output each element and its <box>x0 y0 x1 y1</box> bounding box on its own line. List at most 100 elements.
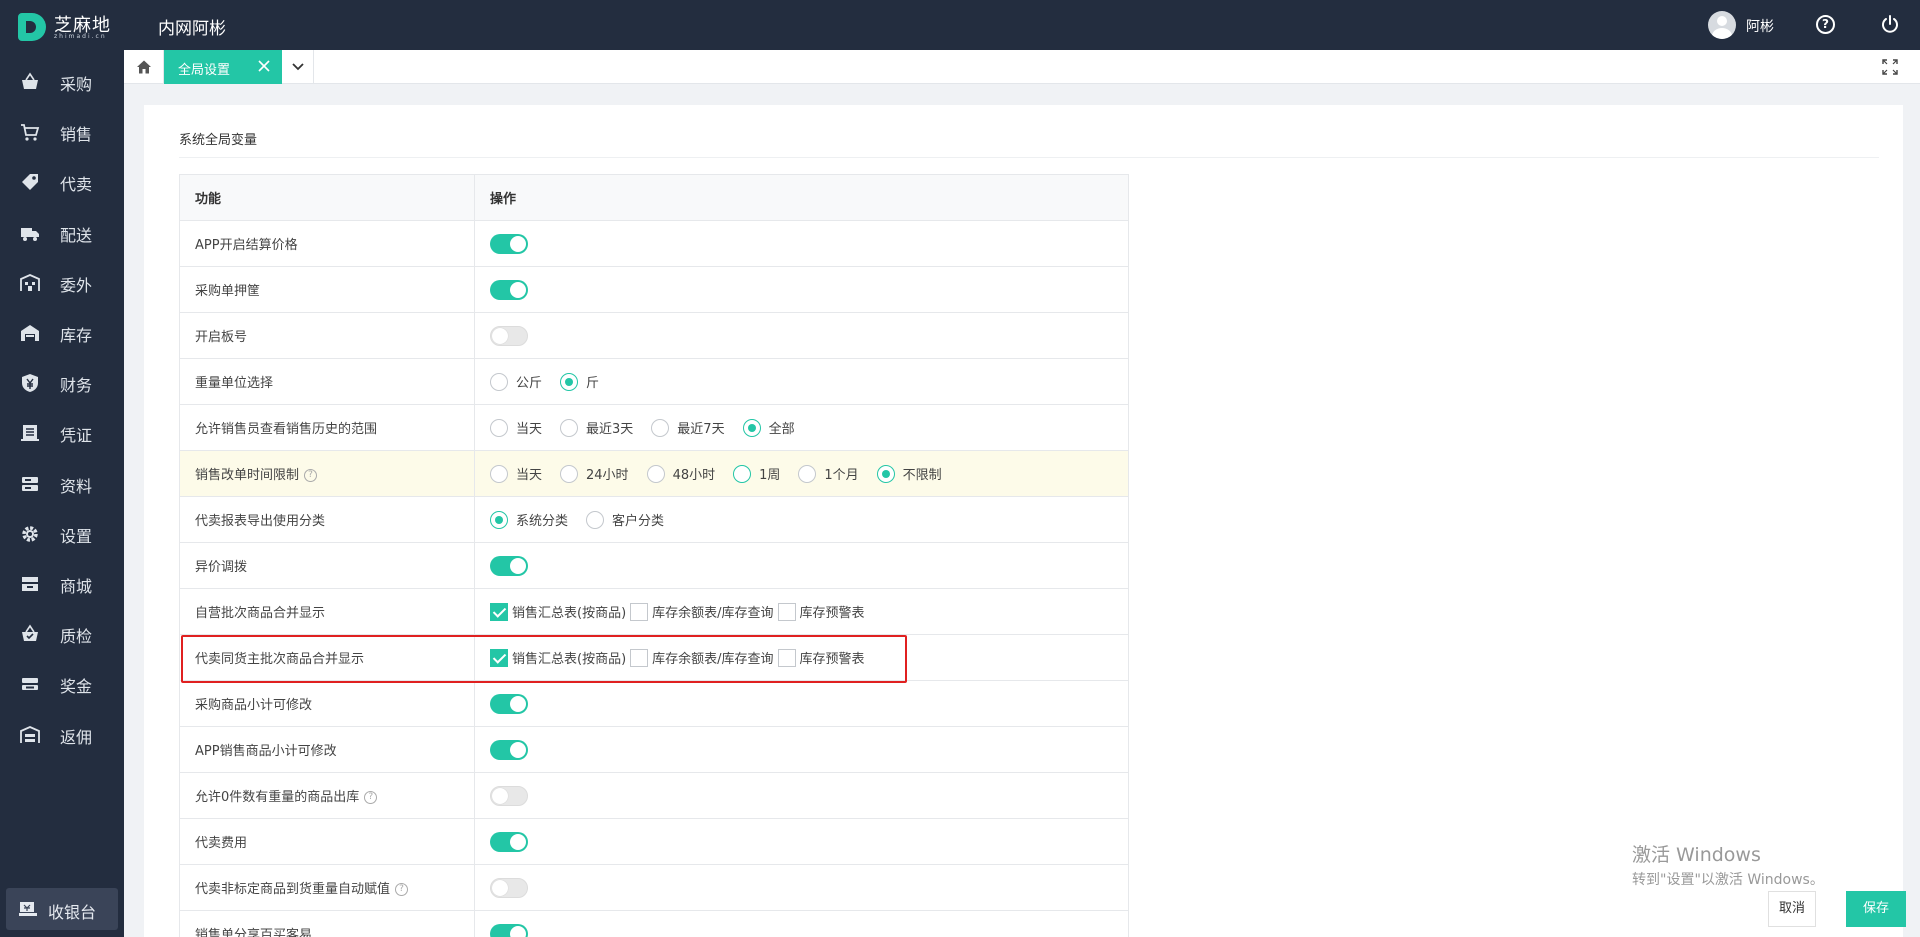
sidebar-item-11[interactable]: 质检 <box>0 610 124 658</box>
save-button[interactable]: 保存 <box>1846 891 1906 927</box>
checkbox[interactable] <box>490 648 508 667</box>
user-avatar[interactable] <box>1708 11 1736 39</box>
checkbox-label: 销售汇总表(按商品) <box>512 606 627 621</box>
toggle-switch[interactable] <box>490 693 528 714</box>
radio-button[interactable] <box>490 510 508 529</box>
toggle-switch[interactable] <box>490 279 528 300</box>
power-icon[interactable] <box>1880 14 1900 34</box>
radio-option[interactable]: 最近7天 <box>651 418 725 437</box>
radio-button[interactable] <box>560 418 579 437</box>
user-name[interactable]: 阿彬 <box>1746 16 1774 36</box>
radio-button[interactable] <box>798 464 817 483</box>
help-icon[interactable]: ? <box>304 469 318 482</box>
sidebar-item-0[interactable]: 采购 <box>0 58 124 106</box>
cashier-button[interactable]: 收银台 <box>6 888 118 930</box>
sidebar-item-3[interactable]: 配送 <box>0 209 124 257</box>
checkbox[interactable] <box>777 648 796 667</box>
radio-button[interactable] <box>876 464 895 483</box>
sidebar-item-12[interactable]: 奖金 <box>0 660 124 708</box>
checkbox-option[interactable]: 库存预警表 <box>777 602 865 621</box>
sidebar-item-1[interactable]: 销售 <box>0 108 124 156</box>
setting-control-cell <box>474 726 1129 773</box>
sidebar-item-label: 销售 <box>60 125 93 145</box>
radio-option[interactable]: 不限制 <box>876 464 942 483</box>
toggle-switch[interactable] <box>490 831 528 852</box>
table-row: 允许销售员查看销售历史的范围 当天 最近3天 最近7天 全部 <box>179 404 1129 451</box>
toggle-switch[interactable] <box>490 739 528 760</box>
checkbox-option[interactable]: 销售汇总表(按商品) <box>490 648 626 667</box>
toggle-switch[interactable] <box>490 233 528 254</box>
radio-button[interactable] <box>560 464 579 483</box>
checkbox-option[interactable]: 库存预警表 <box>777 648 865 667</box>
radio-button[interactable] <box>742 418 761 437</box>
radio-option[interactable]: 48小时 <box>646 464 715 483</box>
setting-label: 代卖费用 <box>195 836 248 851</box>
radio-option[interactable]: 最近3天 <box>560 418 633 437</box>
sidebar-item-6[interactable]: 财务 <box>0 359 124 407</box>
toggle-switch[interactable] <box>490 325 528 346</box>
table-row: 销售改单时间限制? 当天 24小时 48小时 1周 1个月 不限制 <box>179 450 1129 497</box>
radio-button[interactable] <box>646 464 665 483</box>
cancel-button[interactable]: 取消 <box>1768 891 1816 927</box>
sidebar-item-4[interactable]: 委外 <box>0 259 124 307</box>
toggle-knob <box>492 327 508 344</box>
setting-control-cell: 公斤 斤 <box>474 358 1129 405</box>
sidebar-item-13[interactable]: 返佣 <box>0 711 124 759</box>
radio-button[interactable] <box>733 464 752 483</box>
radio-option[interactable]: 斤 <box>560 372 599 391</box>
checkbox[interactable] <box>777 602 796 621</box>
radio-button[interactable] <box>490 418 508 437</box>
radio-button[interactable] <box>560 372 579 391</box>
sidebar-item-7[interactable]: 凭证 <box>0 409 124 457</box>
app-logo[interactable]: 芝麻地 zhimadi.cn <box>18 9 128 41</box>
checkbox[interactable] <box>490 602 508 621</box>
sidebar-item-5[interactable]: 库存 <box>0 309 124 357</box>
radio-button[interactable] <box>651 418 670 437</box>
radio-option[interactable]: 系统分类 <box>490 510 568 529</box>
radio-button[interactable] <box>490 464 508 483</box>
checkbox-option[interactable]: 库存余额表/库存查询 <box>630 648 774 667</box>
toggle-switch[interactable] <box>490 923 528 937</box>
home-tab[interactable] <box>124 50 164 84</box>
toggle-switch[interactable] <box>490 877 528 898</box>
sidebar-item-label: 配送 <box>60 225 93 245</box>
setting-label-cell: APP销售商品小计可修改 <box>179 726 475 773</box>
sidebar-item-2[interactable]: 代卖 <box>0 158 124 206</box>
sidebar-item-label: 返佣 <box>60 727 93 747</box>
radio-option[interactable]: 1周 <box>733 464 780 483</box>
radio-option[interactable]: 全部 <box>742 418 795 437</box>
sidebar-item-10[interactable]: 商城 <box>0 560 124 608</box>
toggle-switch[interactable] <box>490 555 528 576</box>
setting-label-cell: 采购单押筐 <box>179 266 475 313</box>
radio-option[interactable]: 24小时 <box>560 464 629 483</box>
settings-card: 系统全局变量 功能 操作 APP开启结算价格 采购单押筐 开启板号 重量单位选择 公斤 斤… <box>144 105 1903 937</box>
radio-button[interactable] <box>586 510 605 529</box>
sidebar-item-9[interactable]: 设置 <box>0 510 124 558</box>
checkbox[interactable] <box>630 602 649 621</box>
help-icon[interactable]: ? <box>395 883 409 896</box>
radio-option[interactable]: 当天 <box>490 418 542 437</box>
gear-icon <box>22 526 38 542</box>
radio-label: 24小时 <box>586 468 629 483</box>
tab-global-settings[interactable]: 全局设置 <box>164 50 282 84</box>
radio-button[interactable] <box>490 372 508 391</box>
radio-option[interactable]: 当天 <box>490 464 542 483</box>
setting-label: 允许销售员查看销售历史的范围 <box>195 422 378 437</box>
sidebar-item-label: 资料 <box>60 476 93 496</box>
help-icon[interactable]: ? <box>364 791 378 804</box>
toggle-switch[interactable] <box>490 785 528 806</box>
close-icon[interactable] <box>256 58 272 74</box>
radio-option[interactable]: 客户分类 <box>586 510 664 529</box>
checkbox-option[interactable]: 销售汇总表(按商品) <box>490 602 626 621</box>
sidebar-item-8[interactable]: 资料 <box>0 460 124 508</box>
checkbox-option[interactable]: 库存余额表/库存查询 <box>630 602 774 621</box>
setting-label-cell: 代卖同货主批次商品合并显示 <box>179 634 475 681</box>
checkbox[interactable] <box>630 648 649 667</box>
setting-control-cell <box>474 680 1129 727</box>
table-row: 代卖同货主批次商品合并显示 销售汇总表(按商品) 库存余额表/库存查询 库存预警表 <box>179 634 1129 681</box>
radio-option[interactable]: 公斤 <box>490 372 542 391</box>
help-icon[interactable]: ? <box>1816 15 1835 34</box>
tab-dropdown[interactable] <box>282 50 314 84</box>
fullscreen-icon[interactable] <box>1882 59 1898 75</box>
radio-option[interactable]: 1个月 <box>798 464 859 483</box>
